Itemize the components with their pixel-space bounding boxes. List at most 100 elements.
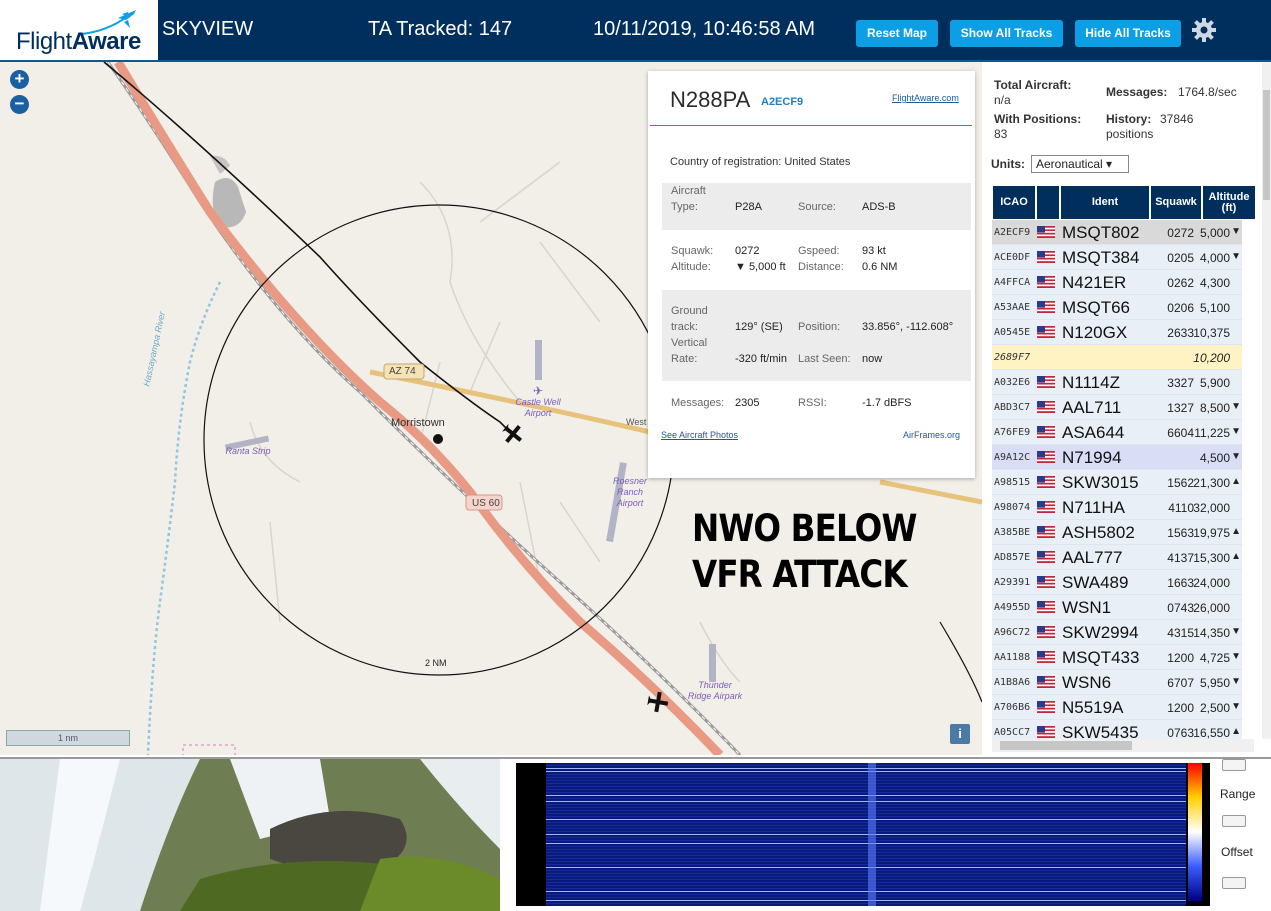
squawk-cell: 0763: [1167, 726, 1194, 740]
table-row[interactable]: A53AAE MSQT66 0206 5,100: [992, 295, 1242, 320]
col-flag[interactable]: [1037, 186, 1059, 219]
horizontal-scrollbar[interactable]: [992, 739, 1254, 752]
airport-icon: ✈: [532, 384, 544, 398]
vertical-trend-icon: ▲: [1231, 551, 1241, 562]
col-icao[interactable]: ICAO: [993, 186, 1035, 219]
range-slider-top-knob[interactable]: [1222, 759, 1246, 771]
units-select[interactable]: Aeronautical ▾: [1031, 155, 1129, 173]
table-row[interactable]: A29391 SWA489 1663 24,000: [992, 570, 1242, 595]
receiver-marker: [433, 434, 443, 444]
vertical-trend-icon: ▼: [1231, 426, 1241, 437]
zoom-out-button[interactable]: −: [10, 95, 29, 114]
rssi-value: -1.7 dBFS: [862, 397, 912, 409]
table-row[interactable]: A385BE ASH5802 1563 19,975 ▲: [992, 520, 1242, 545]
squawk-cell: 0205: [1167, 251, 1194, 265]
vertical-trend-icon: ▲: [1231, 726, 1241, 737]
table-row[interactable]: A96C72 SKW2994 4315 14,350 ▼: [992, 620, 1242, 645]
aircraft-photos-link[interactable]: See Aircraft Photos: [661, 430, 738, 440]
road-label-az74: AZ 74: [389, 366, 416, 377]
country-row: Country of registration: United States: [670, 156, 851, 168]
aircraft-sidebar: Total Aircraft: n/a Messages: 1764.8/sec…: [982, 62, 1271, 755]
road-label-us60: US 60: [472, 498, 500, 509]
table-row[interactable]: AD857E AAL777 4137 15,300 ▲: [992, 545, 1242, 570]
show-all-tracks-button[interactable]: Show All Tracks: [950, 20, 1063, 47]
info-button[interactable]: i: [950, 724, 970, 744]
aircraft-registration: N288PA: [670, 87, 751, 112]
tracked-count: TA Tracked: 147: [368, 18, 513, 40]
squawk-cell: 3327: [1167, 376, 1194, 390]
vertical-scrollbar[interactable]: [1262, 62, 1271, 739]
total-aircraft-value: n/a: [994, 93, 1011, 107]
squawk-label: Squawk:: [671, 245, 714, 257]
railroad: [106, 62, 742, 755]
range-slider-knob[interactable]: [1222, 815, 1246, 827]
table-row[interactable]: A76FE9 ASA644 6604 11,225 ▼: [992, 420, 1242, 445]
ident-cell: WSN6: [1062, 673, 1112, 692]
table-row[interactable]: A2ECF9 MSQT802 0272 5,000 ▼: [992, 220, 1242, 245]
table-row[interactable]: A032E6 N1114Z 3327 5,900: [992, 370, 1242, 395]
us-flag-icon: [1037, 426, 1055, 438]
datetime: 10/11/2019, 10:46:58 AM: [593, 18, 816, 40]
table-row[interactable]: A98515 SKW3015 1562 21,300 ▲: [992, 470, 1242, 495]
castle-well-runway: [535, 340, 542, 380]
squawk-cell: 0272: [1167, 226, 1194, 240]
table-row[interactable]: AA1188 MSQT433 1200 4,725 ▼: [992, 645, 1242, 670]
reset-map-button[interactable]: Reset Map: [856, 20, 938, 47]
flightaware-link[interactable]: FlightAware.com: [892, 93, 959, 103]
hide-all-tracks-button[interactable]: Hide All Tracks: [1075, 20, 1181, 47]
aircraft-hex: A2ECF9: [761, 96, 804, 108]
messages-label: Messages:: [671, 397, 725, 409]
col-altitude[interactable]: Altitude (ft): [1203, 186, 1255, 219]
table-row[interactable]: A4FFCA N421ER 0262 4,300: [992, 270, 1242, 295]
airframes-link[interactable]: AirFrames.org: [903, 430, 960, 440]
squawk-cell: 6707: [1167, 676, 1194, 690]
flightaware-logo[interactable]: FlightAware: [0, 0, 158, 60]
icao-cell: 2689F7: [994, 352, 1031, 363]
type-section: Aircraft Type: P28A Source: ADS-B: [662, 183, 971, 230]
altitude-cell: 4,300: [1199, 276, 1230, 290]
ident-cell: N5519A: [1062, 698, 1124, 717]
ident-cell: SKW2994: [1062, 623, 1139, 642]
col-ident[interactable]: Ident: [1061, 186, 1149, 219]
range-ring-label: 2 NM: [425, 658, 447, 668]
col-squawk[interactable]: Squawk: [1151, 186, 1201, 219]
altitude-cell: 8,500: [1199, 401, 1230, 415]
table-row[interactable]: A98074 N711HA 4110 32,000: [992, 495, 1242, 520]
icao-cell: AD857E: [994, 552, 1031, 563]
table-row[interactable]: A0545E N120GX 2633 10,375: [992, 320, 1242, 345]
altitude-cell: 5,950: [1199, 676, 1230, 690]
table-row[interactable]: A706B6 N5519A 1200 2,500 ▼: [992, 695, 1242, 720]
waterfall-photo: [0, 759, 500, 911]
altitude-cell: 14,350: [1193, 626, 1230, 640]
vertical-trend-icon: ▼: [1231, 451, 1241, 462]
us-flag-icon: [1037, 226, 1055, 238]
altitude-cell: 26,000: [1193, 601, 1230, 615]
us-flag-icon: [1037, 476, 1055, 488]
table-row[interactable]: ABD3C7 AAL711 1327 8,500 ▼: [992, 395, 1242, 420]
altitude-cell: 4,000: [1199, 251, 1230, 265]
altitude-cell: 19,975: [1193, 526, 1230, 540]
us-flag-icon: [1037, 676, 1055, 688]
table-row[interactable]: A4955D WSN1 0743 26,000: [992, 595, 1242, 620]
divider: [650, 125, 972, 126]
ident-cell: N421ER: [1062, 273, 1127, 292]
ground-track: 129° (SE): [735, 321, 783, 333]
squawk-cell: 1563: [1167, 526, 1194, 540]
overlay-caption: NWO BELOW VFR ATTACK: [692, 507, 917, 596]
table-row[interactable]: A9A12C N71994 4,500 ▼: [992, 445, 1242, 470]
squawk-cell: 1327: [1167, 401, 1194, 415]
gear-icon[interactable]: [1190, 16, 1218, 44]
squawk-cell: 1562: [1167, 476, 1194, 490]
table-row[interactable]: ACE0DF MSQT384 0205 4,000 ▼: [992, 245, 1242, 270]
airport-label-ranta: Ranta Strip: [225, 446, 271, 456]
squawk-cell: 0206: [1167, 301, 1194, 315]
offset-slider-knob[interactable]: [1222, 877, 1246, 889]
vertical-trend-icon: ▼: [1231, 701, 1241, 712]
us-flag-icon: [1037, 726, 1055, 738]
rssi-label: RSSI:: [798, 397, 827, 409]
zoom-in-button[interactable]: +: [10, 70, 29, 89]
table-row[interactable]: 2689F7 10,200: [992, 345, 1242, 370]
table-row[interactable]: A1B8A6 WSN6 6707 5,950 ▼: [992, 670, 1242, 695]
icao-cell: A29391: [994, 577, 1031, 588]
ident-cell: WSN1: [1062, 598, 1112, 617]
